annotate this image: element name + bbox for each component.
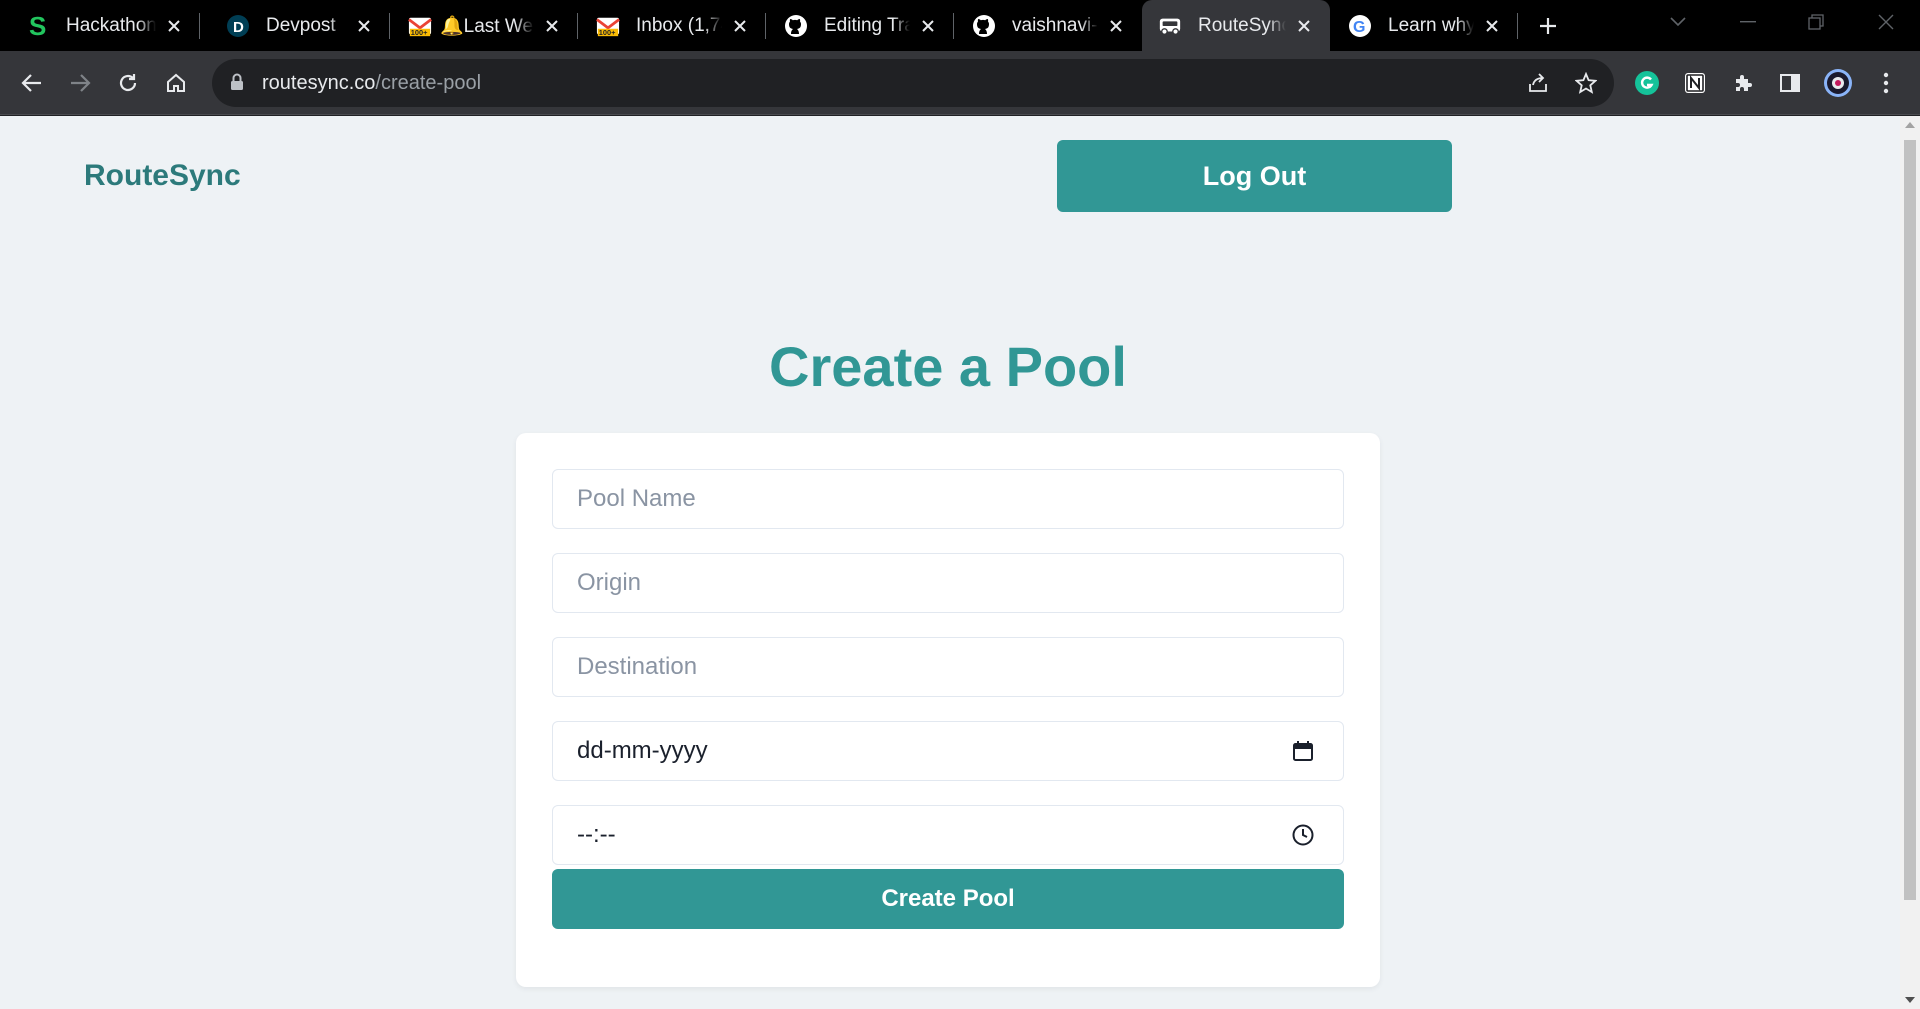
browser-tab-strip: S Hackathon D Devpost 100+ 🔔Last We 100+…: [0, 0, 1920, 51]
bookmark-star-icon[interactable]: [1572, 69, 1600, 97]
svg-text:S: S: [29, 14, 46, 38]
close-icon[interactable]: [728, 14, 752, 38]
tab-title: Devpost: [266, 14, 336, 36]
brand-logo[interactable]: RouteSync: [84, 159, 241, 193]
gmail-icon: 100+: [596, 14, 620, 38]
page-scrollbar[interactable]: [1900, 116, 1920, 1009]
lock-icon[interactable]: [230, 73, 244, 96]
tab-hackathon[interactable]: S Hackathon: [0, 0, 200, 51]
svg-text:100+: 100+: [411, 28, 428, 37]
notion-icon[interactable]: [1679, 67, 1711, 99]
grammarly-icon[interactable]: [1631, 67, 1663, 99]
tab-routesync[interactable]: RouteSync: [1142, 0, 1330, 51]
destination-input[interactable]: Destination: [552, 637, 1344, 697]
close-icon[interactable]: [1104, 14, 1128, 38]
svg-text:G: G: [1353, 19, 1365, 36]
tab-inbox[interactable]: 100+ Inbox (1,74: [578, 0, 766, 51]
logout-button[interactable]: Log Out: [1057, 140, 1452, 212]
devpost-d-icon: D: [226, 14, 250, 38]
date-input[interactable]: dd-mm-yyyy: [552, 721, 1344, 781]
date-value: dd-mm-yyyy: [577, 737, 708, 764]
minimize-icon[interactable]: [1718, 0, 1778, 44]
url-domain: routesync.co: [262, 72, 376, 94]
scroll-down-icon[interactable]: [1905, 997, 1915, 1003]
tab-title: Editing Tra: [824, 14, 910, 36]
origin-input[interactable]: Origin: [552, 553, 1344, 613]
reload-icon[interactable]: [112, 67, 144, 99]
pool-name-input[interactable]: Pool Name: [552, 469, 1344, 529]
page-viewport: RouteSync Log Out Create a Pool Pool Nam…: [0, 116, 1900, 1009]
tab-devpost[interactable]: D Devpost: [200, 0, 390, 51]
page-title: Create a Pool: [769, 335, 1127, 398]
restore-icon[interactable]: [1786, 0, 1846, 44]
extensions-puzzle-icon[interactable]: [1727, 67, 1759, 99]
google-icon: G: [1348, 14, 1372, 38]
clock-icon[interactable]: [1291, 823, 1315, 847]
github-icon: [784, 14, 808, 38]
chrome-menu-icon[interactable]: [1870, 67, 1902, 99]
home-icon[interactable]: [160, 67, 192, 99]
tab-title: Inbox (1,74: [636, 14, 722, 36]
calendar-icon[interactable]: [1291, 739, 1315, 763]
svg-text:100+: 100+: [599, 28, 616, 37]
new-tab-button[interactable]: [1534, 12, 1562, 40]
address-bar[interactable]: routesync.co/create-pool: [212, 59, 1614, 107]
tab-title: Learn why: [1388, 14, 1474, 36]
tab-editing[interactable]: Editing Tra: [766, 0, 954, 51]
create-pool-form: Pool Name Origin Destination dd-mm-yyyy …: [516, 433, 1380, 987]
close-icon[interactable]: [916, 14, 940, 38]
profile-avatar[interactable]: [1822, 67, 1854, 99]
tab-search-icon[interactable]: [1648, 0, 1708, 44]
stackup-s-icon: S: [26, 14, 50, 38]
share-icon[interactable]: [1524, 69, 1552, 97]
window-close-icon[interactable]: [1856, 0, 1916, 44]
scrollbar-thumb[interactable]: [1904, 140, 1916, 900]
svg-text:D: D: [233, 19, 244, 36]
time-input[interactable]: --:--: [552, 805, 1344, 865]
gmail-icon: 100+: [408, 14, 432, 38]
tab-vaishnavi[interactable]: vaishnavi-2: [954, 0, 1142, 51]
tab-title: 🔔Last We: [440, 15, 534, 37]
close-icon[interactable]: [1480, 14, 1504, 38]
car-icon: [1158, 14, 1182, 38]
forward-icon[interactable]: [64, 67, 96, 99]
browser-toolbar: routesync.co/create-pool: [0, 51, 1920, 115]
scroll-up-icon[interactable]: [1905, 122, 1915, 128]
back-icon[interactable]: [16, 67, 48, 99]
tab-title: Hackathon: [66, 14, 156, 36]
close-icon[interactable]: [1292, 14, 1316, 38]
url-path: /create-pool: [375, 72, 482, 94]
close-icon[interactable]: [352, 14, 376, 38]
close-icon[interactable]: [162, 14, 186, 38]
github-icon: [972, 14, 996, 38]
url-text[interactable]: routesync.co/create-pool: [262, 72, 481, 95]
tab-title: vaishnavi-2: [1012, 14, 1098, 36]
tab-learn-why[interactable]: G Learn why: [1330, 0, 1518, 51]
tab-last-week[interactable]: 100+ 🔔Last We: [390, 0, 578, 51]
create-pool-button[interactable]: Create Pool: [552, 869, 1344, 929]
side-panel-icon[interactable]: [1774, 67, 1806, 99]
time-value: --:--: [577, 821, 616, 848]
tab-title: RouteSync: [1198, 14, 1286, 36]
close-icon[interactable]: [540, 14, 564, 38]
